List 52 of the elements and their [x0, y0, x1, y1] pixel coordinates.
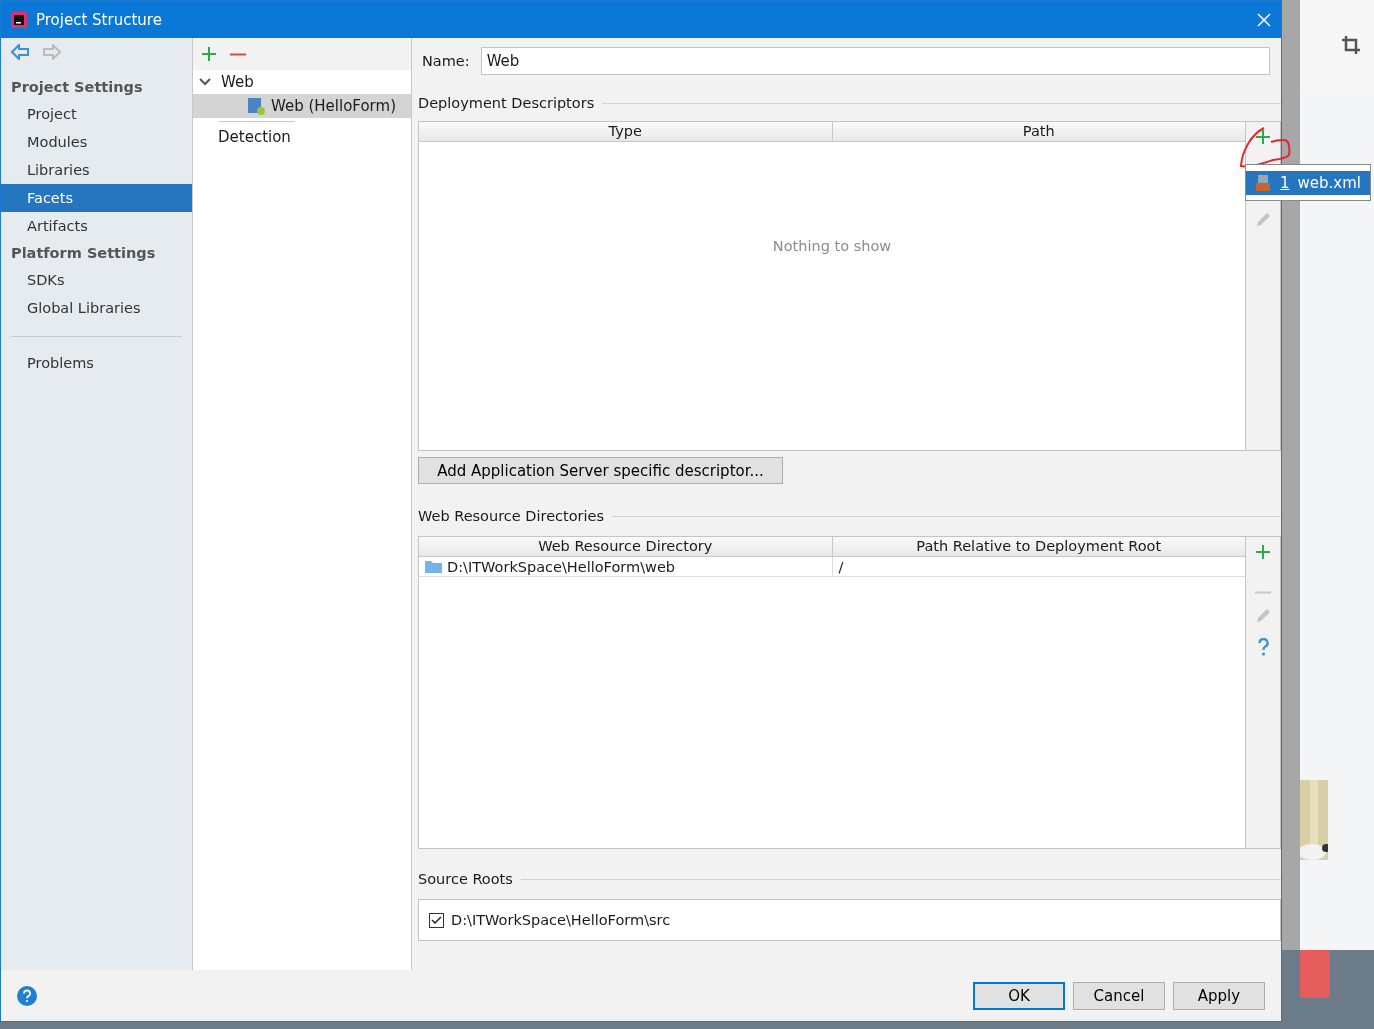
web-facet-icon: [248, 97, 265, 115]
sidebar-item[interactable]: Global Libraries: [1, 294, 192, 322]
add-descriptor-button[interactable]: Add Application Server specific descriptor...: [418, 457, 783, 484]
sidebar-item[interactable]: Project: [1, 100, 192, 128]
xml-file-icon: [1256, 175, 1272, 191]
annotation-scribble: [1238, 126, 1292, 170]
dialog-button[interactable]: Cancel: [1073, 981, 1165, 1010]
checkbox[interactable]: [429, 912, 444, 928]
menu-item[interactable]: 1 web.xml: [1246, 171, 1370, 195]
chevron-icon[interactable]: [199, 78, 211, 86]
name-label: Name:: [422, 53, 470, 69]
help-icon[interactable]: [1257, 638, 1269, 656]
column-header[interactable]: Type: [419, 122, 833, 141]
tree-item[interactable]: Web: [193, 70, 411, 94]
sidebar-item[interactable]: Artifacts: [1, 212, 192, 240]
table-cell: D:\ITWorkSpace\HelloForm\web: [419, 557, 833, 576]
section-title: Web Resource Directories: [418, 508, 605, 524]
side-panel: [1300, 950, 1330, 998]
sidebar-item[interactable]: Problems: [1, 349, 192, 377]
empty-text: Nothing to show: [772, 238, 892, 254]
sidebar-item[interactable]: SDKs: [1, 266, 192, 294]
dialog-button[interactable]: Apply: [1173, 981, 1265, 1010]
section-heading: Project Settings: [10, 78, 144, 97]
close-icon[interactable]: [1257, 12, 1271, 27]
name-field[interactable]: Web: [480, 47, 1270, 75]
folder-icon: [425, 560, 442, 573]
column-header[interactable]: Path Relative to Deployment Root: [832, 537, 1245, 556]
section-heading: Platform Settings: [10, 244, 157, 263]
column-header[interactable]: Web Resource Directory: [419, 537, 833, 556]
add-icon[interactable]: [1256, 130, 1270, 144]
column-header[interactable]: Path: [832, 122, 1245, 141]
section-title: Deployment Descriptors: [418, 95, 595, 111]
sidebar-item[interactable]: Libraries: [1, 156, 192, 184]
source-root-path: D:\ITWorkSpace\HelloForm\src: [451, 912, 671, 928]
tree-item[interactable]: Web (HelloForm): [193, 94, 411, 118]
add-icon[interactable]: [202, 47, 216, 61]
edit-icon[interactable]: [1255, 212, 1271, 228]
dialog-button[interactable]: OK: [973, 981, 1065, 1010]
sidebar-item[interactable]: Modules: [1, 128, 192, 156]
sidebar-item[interactable]: Facets: [1, 184, 192, 212]
table-cell-text: /: [837, 557, 845, 576]
forward-arrow-icon[interactable]: [43, 44, 61, 60]
back-arrow-icon[interactable]: [11, 44, 29, 60]
edit-icon[interactable]: [1255, 608, 1271, 624]
add-icon[interactable]: [1256, 545, 1270, 559]
crop-icon[interactable]: [1342, 36, 1360, 54]
help-icon[interactable]: [17, 985, 37, 1006]
section-title: Source Roots: [418, 871, 513, 887]
remove-icon[interactable]: [230, 52, 246, 56]
app-logo-icon: [11, 11, 27, 28]
detection-item[interactable]: Detection: [218, 121, 295, 146]
window-title: Project Structure: [36, 10, 163, 29]
